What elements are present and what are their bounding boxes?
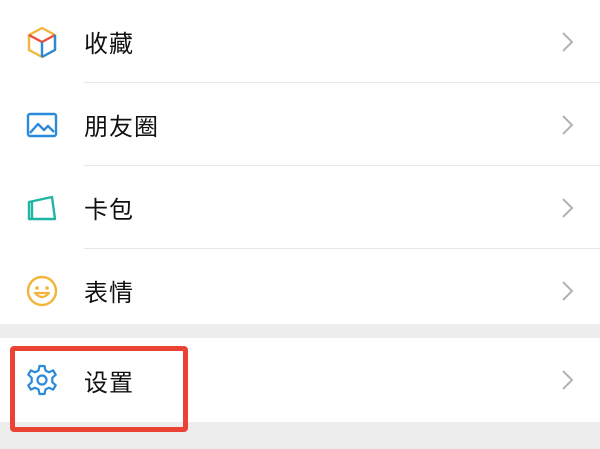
moments-picture-icon — [24, 107, 60, 143]
chevron-right-icon — [560, 279, 576, 303]
menu-group-main: 收藏 朋友圈 卡包 表情 — [0, 0, 600, 324]
menu-item-favorites[interactable]: 收藏 — [0, 0, 600, 83]
emoji-smile-icon — [24, 273, 60, 309]
menu-group-settings: 设置 — [0, 338, 600, 422]
menu-item-label: 收藏 — [84, 30, 134, 58]
gear-icon — [24, 362, 60, 398]
chevron-right-icon — [560, 196, 576, 220]
menu-item-card-wallet[interactable]: 卡包 — [0, 166, 600, 249]
chevron-right-icon — [560, 368, 576, 392]
card-wallet-icon — [24, 190, 60, 226]
me-menu-screen: 收藏 朋友圈 卡包 表情 设置 — [0, 0, 600, 449]
menu-item-emoji[interactable]: 表情 — [0, 249, 600, 332]
favorites-cube-icon — [24, 24, 60, 60]
menu-item-moments[interactable]: 朋友圈 — [0, 83, 600, 166]
chevron-right-icon — [560, 113, 576, 137]
menu-item-label: 表情 — [84, 279, 134, 307]
menu-item-settings[interactable]: 设置 — [0, 338, 600, 422]
chevron-right-icon — [560, 30, 576, 54]
menu-item-label: 卡包 — [84, 196, 134, 224]
menu-item-label: 朋友圈 — [84, 113, 159, 141]
settings-label: 设置 — [84, 368, 134, 397]
